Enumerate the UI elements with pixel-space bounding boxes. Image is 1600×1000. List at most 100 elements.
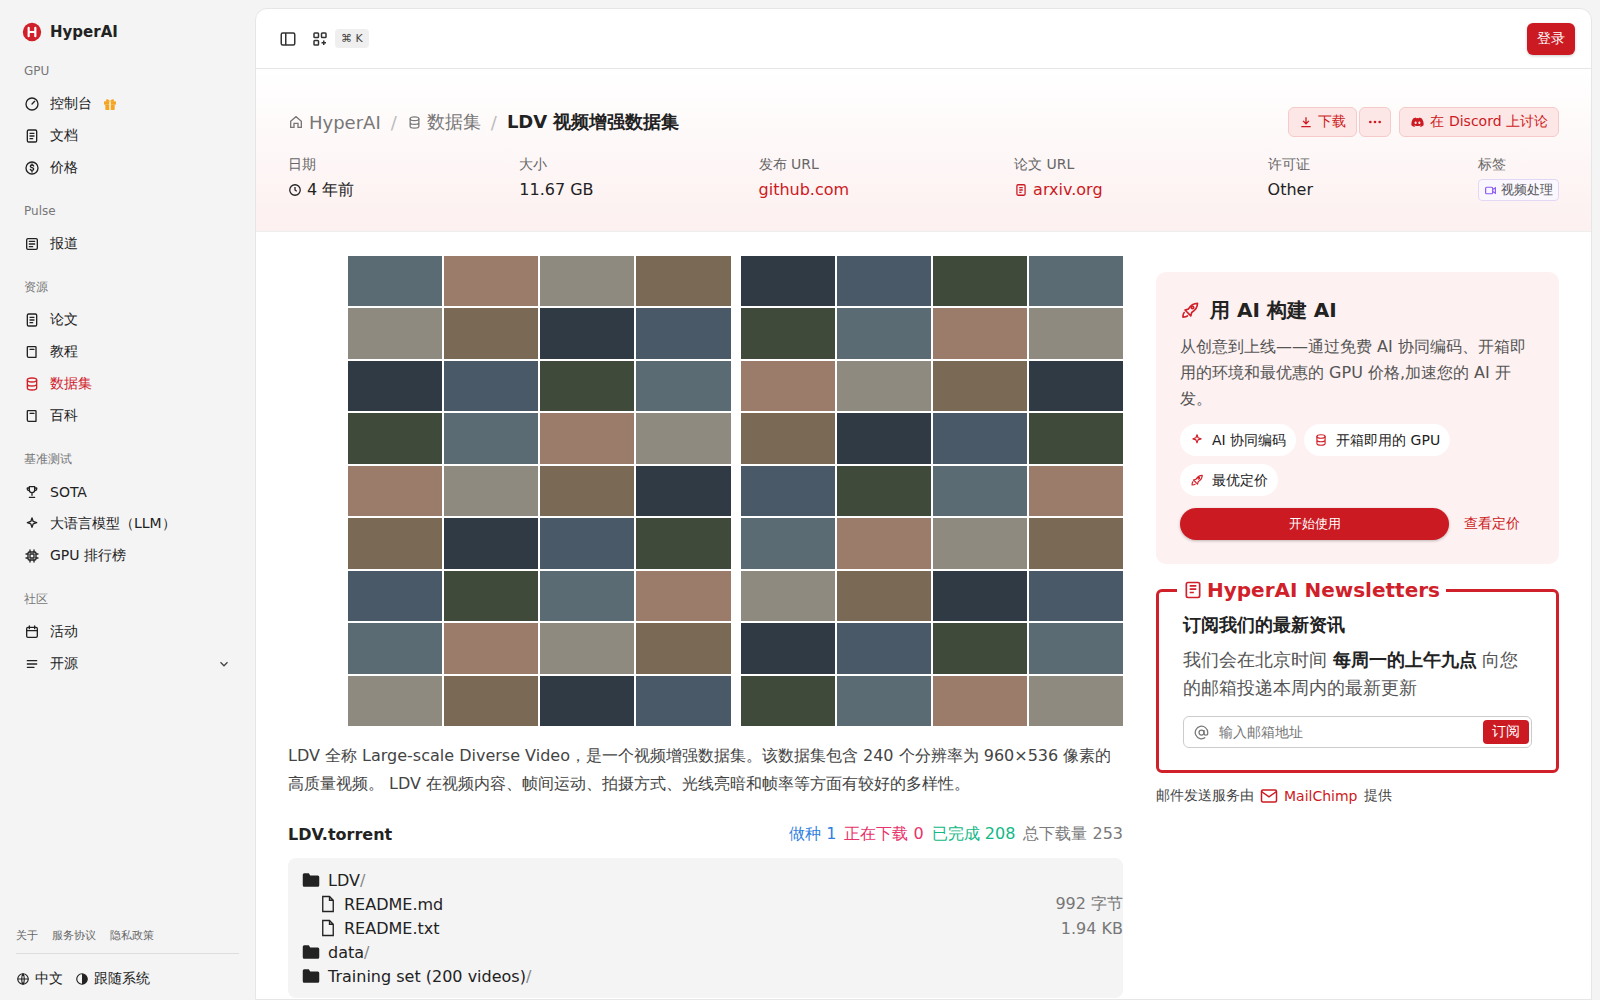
image-spacer [733, 308, 739, 358]
image-spacer [733, 361, 739, 411]
image-tile [636, 308, 730, 358]
image-label-cell [288, 256, 346, 306]
file-row[interactable]: data/ [302, 940, 1123, 964]
folder-icon [302, 968, 320, 984]
sidebar-item[interactable]: 百科 [16, 400, 239, 432]
image-tile [837, 571, 931, 621]
tag-badge[interactable]: 视频处理 [1478, 179, 1559, 201]
db-icon [24, 376, 40, 392]
breadcrumb-item[interactable]: HyperAI [288, 112, 381, 133]
sidebar-item[interactable]: GPU 排行榜 [16, 540, 239, 572]
description: LDV 全称 Large-scale Diverse Video，是一个视频增强… [288, 742, 1123, 798]
torrent-header: LDV.torrent 做种 1正在下载 0已完成 208总下载量 253 [288, 822, 1123, 846]
pricing-button[interactable]: 查看定价 [1449, 514, 1535, 534]
login-button[interactable]: 登录 [1527, 23, 1575, 55]
meta-item: 论文 URL arxiv.org [1014, 155, 1102, 201]
language-switch[interactable]: 中文 [16, 970, 63, 988]
footer-link[interactable]: 服务协议 [52, 928, 96, 943]
torrent-stat: 总下载量 253 [1023, 824, 1123, 845]
image-tile [1029, 361, 1123, 411]
breadcrumb-item[interactable]: 数据集 [407, 110, 481, 134]
image-tile [348, 676, 442, 726]
discord-icon [1410, 115, 1425, 130]
sidebar-item[interactable]: 大语言模型（LLM） [16, 508, 239, 540]
sidebar-item[interactable]: SOTA [16, 476, 239, 508]
file-row[interactable]: LDV/ [302, 868, 1123, 892]
sidebar-item[interactable]: 报道 [16, 228, 239, 260]
image-label-cell [288, 623, 346, 673]
meta-label: 论文 URL [1014, 155, 1102, 173]
home-icon [288, 114, 304, 130]
rocket-icon [1180, 300, 1200, 320]
brand-name: HyperAI [50, 23, 118, 41]
meta-value[interactable]: github.com [759, 179, 850, 201]
file-row[interactable]: README.txt 1.94 KB [302, 916, 1123, 940]
file-name: LDV/ [328, 871, 365, 890]
sidebar-toggle-icon[interactable] [279, 30, 297, 48]
image-tile [348, 256, 442, 306]
email-input[interactable] [1217, 723, 1475, 741]
meta-value[interactable]: arxiv.org [1014, 179, 1102, 201]
meta-label: 大小 [519, 155, 593, 173]
meta-item: 标签 视频处理 [1478, 155, 1559, 201]
item-label: 价格 [50, 159, 78, 177]
image-spacer [733, 413, 739, 463]
sidebar-item[interactable]: 数据集 [16, 368, 239, 400]
sidebar-item[interactable]: 论文 [16, 304, 239, 336]
item-label: 教程 [50, 343, 78, 361]
image-tile [933, 413, 1027, 463]
theme-switch[interactable]: 跟随系统 [75, 970, 150, 988]
book-icon [24, 408, 40, 424]
image-label-cell [288, 518, 346, 568]
preview-image [288, 256, 1123, 726]
mail-icon [1260, 788, 1278, 804]
more-button[interactable] [1359, 107, 1391, 137]
image-tile [540, 571, 634, 621]
image-tile [348, 571, 442, 621]
discord-button[interactable]: 在 Discord 上讨论 [1399, 107, 1559, 137]
image-tile [837, 308, 931, 358]
sidebar-item[interactable]: 控制台 [16, 88, 239, 120]
list-icon [24, 656, 40, 672]
calendar-icon [24, 624, 40, 640]
chevron-icon[interactable] [217, 657, 231, 671]
at-icon [1194, 725, 1209, 740]
sidebar-section: 社区 活动 开源 [16, 576, 239, 680]
torrent-stat: 做种 1 [789, 824, 836, 845]
subscribe-button[interactable]: 订阅 [1483, 720, 1529, 744]
globe-icon [16, 972, 30, 986]
image-tile [837, 361, 931, 411]
footer-link[interactable]: 隐私政策 [110, 928, 154, 943]
sidebar-item[interactable]: 价格 [16, 152, 239, 184]
section-label: 社区 [24, 591, 231, 607]
image-tile [933, 571, 1027, 621]
sidebar-item[interactable]: 开源 [16, 648, 239, 680]
footer-link[interactable]: 关于 [16, 928, 38, 943]
image-tile [837, 676, 931, 726]
database-icon [407, 115, 422, 130]
provider-link[interactable]: MailChimp [1260, 788, 1358, 804]
meta-value: Other [1268, 179, 1313, 201]
file-row[interactable]: README.md 992 字节 [302, 892, 1123, 916]
apps-icon[interactable] [311, 30, 329, 48]
sidebar-item[interactable]: 教程 [16, 336, 239, 368]
start-button[interactable]: 开始使用 [1180, 508, 1449, 540]
image-tile [741, 256, 835, 306]
image-tile [444, 361, 538, 411]
folder-icon [302, 872, 320, 888]
image-tile [636, 413, 730, 463]
sidebar-item[interactable]: 活动 [16, 616, 239, 648]
image-tile [636, 361, 730, 411]
brand[interactable]: HyperAI [16, 20, 239, 44]
image-tile [636, 256, 730, 306]
file-row[interactable]: Training set (200 videos)/ [302, 964, 1123, 988]
video-icon [1484, 184, 1497, 197]
image-label-cell [288, 308, 346, 358]
meta-item: 日期 4 年前 [288, 155, 354, 201]
image-tile [1029, 623, 1123, 673]
download-button[interactable]: 下载 [1288, 107, 1357, 137]
meta-value: 11.67 GB [519, 179, 593, 201]
sidebar-item[interactable]: 文档 [16, 120, 239, 152]
image-tile [1029, 256, 1123, 306]
header-actions: 下载 在 Discord 上讨论 [1288, 107, 1559, 137]
